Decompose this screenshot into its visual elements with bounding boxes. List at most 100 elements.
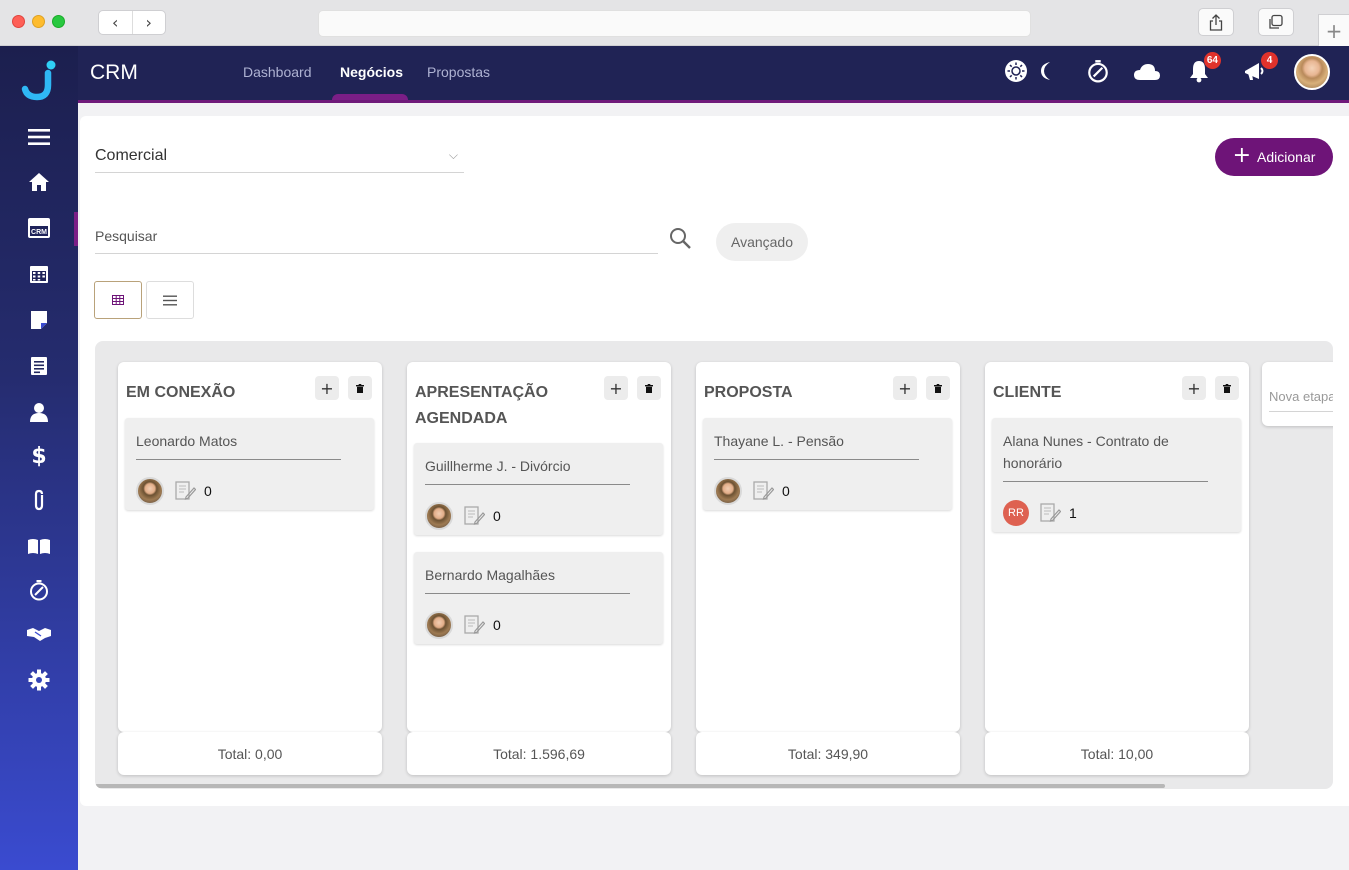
delete-column-button[interactable] <box>1215 376 1239 400</box>
column-actions: + <box>604 376 661 400</box>
pipeline-column: CLIENTE + Alana Nunes - Contrato de hono… <box>985 362 1249 732</box>
column-title: EM CONEXÃO <box>126 384 236 401</box>
owner-avatar[interactable] <box>425 610 453 639</box>
list-view-button[interactable] <box>146 281 194 319</box>
tab-dashboard[interactable]: Dashboard <box>243 64 312 80</box>
deal-footer: 0 <box>414 594 663 644</box>
pipeline-select[interactable]: Comercial ⌵ <box>95 140 464 173</box>
list-icon <box>163 295 177 305</box>
search-input[interactable]: Pesquisar <box>95 216 658 254</box>
app-logo[interactable] <box>17 58 61 102</box>
dark-mode-icon[interactable] <box>1038 60 1056 87</box>
sidebar-item-calendar[interactable] <box>0 260 78 288</box>
notifications-badge: 64 <box>1203 52 1221 69</box>
tab-propostas[interactable]: Propostas <box>427 64 490 80</box>
sidebar: CRM $ <box>0 46 78 870</box>
stopwatch-icon[interactable] <box>1086 58 1110 89</box>
column-title: CLIENTE <box>993 384 1062 401</box>
note-icon[interactable] <box>463 614 485 636</box>
pipeline-column: EM CONEXÃO + Leonardo Matos 0 <box>118 362 382 732</box>
address-bar[interactable] <box>318 10 1031 37</box>
search-placeholder: Pesquisar <box>95 228 158 244</box>
add-deal-button[interactable]: + <box>604 376 628 400</box>
sidebar-item-contacts[interactable] <box>0 398 78 426</box>
trash-icon <box>934 383 942 393</box>
minimize-window-button[interactable] <box>32 15 45 28</box>
column-actions: + <box>893 376 950 400</box>
add-deal-button[interactable]: + <box>315 376 339 400</box>
light-mode-icon[interactable] <box>1004 59 1028 88</box>
owner-avatar[interactable] <box>136 476 164 505</box>
pipeline-select-value: Comercial <box>95 147 168 164</box>
add-deal-button[interactable]: + <box>893 376 917 400</box>
deal-card[interactable]: Guillherme J. - Divórcio 0 <box>414 443 663 535</box>
pipeline-column: PROPOSTA + Thayane L. - Pensão 0 <box>696 362 960 732</box>
chevron-right-icon[interactable]: › <box>133 11 166 34</box>
book-icon <box>28 539 50 554</box>
delete-column-button[interactable] <box>348 376 372 400</box>
announcements-button[interactable]: 4 <box>1243 52 1278 88</box>
note-count: 0 <box>493 507 501 524</box>
delete-column-button[interactable] <box>926 376 950 400</box>
sidebar-item-deals[interactable] <box>0 620 78 648</box>
note-icon[interactable] <box>463 505 485 527</box>
deal-footer: RR 1 <box>992 482 1241 532</box>
deal-card[interactable]: Bernardo Magalhães 0 <box>414 552 663 644</box>
report-icon <box>31 357 47 375</box>
sidebar-item-reports[interactable] <box>0 352 78 380</box>
note-icon[interactable] <box>174 480 196 502</box>
new-tab-button[interactable]: + <box>1318 14 1349 46</box>
sidebar-item-attachments[interactable] <box>0 486 78 514</box>
deal-footer: 0 <box>703 460 952 510</box>
board-scrollbar[interactable] <box>95 784 1165 788</box>
sidebar-item-home[interactable] <box>0 168 78 196</box>
add-button-label: Adicionar <box>1257 149 1316 165</box>
calendar-icon <box>30 266 48 283</box>
handshake-icon <box>27 628 51 641</box>
sidebar-item-settings[interactable] <box>0 666 78 694</box>
owner-initials-avatar[interactable]: RR <box>1003 499 1029 526</box>
deal-title: Alana Nunes - Contrato de honorário <box>1003 430 1208 482</box>
tab-negocios[interactable]: Negócios <box>340 64 403 80</box>
sidebar-item-menu[interactable] <box>0 123 78 151</box>
sidebar-item-library[interactable] <box>0 532 78 560</box>
person-icon <box>30 403 48 422</box>
grid-icon <box>112 295 124 305</box>
chevron-left-icon[interactable]: ‹ <box>99 11 133 34</box>
share-icon[interactable] <box>1198 8 1234 36</box>
sidebar-item-documents[interactable] <box>0 306 78 334</box>
note-icon[interactable] <box>1039 502 1061 524</box>
hamburger-icon <box>28 129 50 145</box>
add-deal-button[interactable]: + <box>1182 376 1206 400</box>
search-icon[interactable] <box>668 226 692 250</box>
note-count: 1 <box>1069 504 1077 521</box>
owner-avatar[interactable] <box>425 501 453 530</box>
cloud-icon[interactable] <box>1133 62 1161 87</box>
sidebar-item-timer[interactable] <box>0 576 78 604</box>
column-title: APRESENTAÇÃO AGENDADA <box>415 384 549 427</box>
deal-card[interactable]: Thayane L. - Pensão 0 <box>703 418 952 510</box>
maximize-window-button[interactable] <box>52 15 65 28</box>
sidebar-item-finance[interactable]: $ <box>0 442 78 470</box>
announcements-badge: 4 <box>1261 52 1278 69</box>
close-window-button[interactable] <box>12 15 25 28</box>
note-icon[interactable] <box>752 480 774 502</box>
gear-icon <box>28 669 50 691</box>
trash-icon <box>645 383 653 393</box>
deal-card[interactable]: Leonardo Matos 0 <box>125 418 374 510</box>
notifications-bell[interactable]: 64 <box>1188 52 1221 88</box>
delete-column-button[interactable] <box>637 376 661 400</box>
advanced-search-button[interactable]: Avançado <box>716 223 808 261</box>
deal-card[interactable]: Alana Nunes - Contrato de honorário RR 1 <box>992 418 1241 532</box>
deal-title: Guillherme J. - Divórcio <box>425 455 630 485</box>
tab-overview-icon[interactable] <box>1258 8 1294 36</box>
paperclip-icon <box>34 489 44 511</box>
user-avatar[interactable] <box>1294 54 1330 90</box>
plus-icon: + <box>1232 143 1252 168</box>
sidebar-item-crm[interactable]: CRM <box>0 214 78 242</box>
owner-avatar[interactable] <box>714 476 742 505</box>
board-view-button[interactable] <box>94 281 142 319</box>
crm-icon: CRM <box>28 218 50 238</box>
add-button[interactable]: + Adicionar <box>1215 138 1333 176</box>
new-stage-input[interactable]: Nova etapa <box>1269 384 1333 412</box>
